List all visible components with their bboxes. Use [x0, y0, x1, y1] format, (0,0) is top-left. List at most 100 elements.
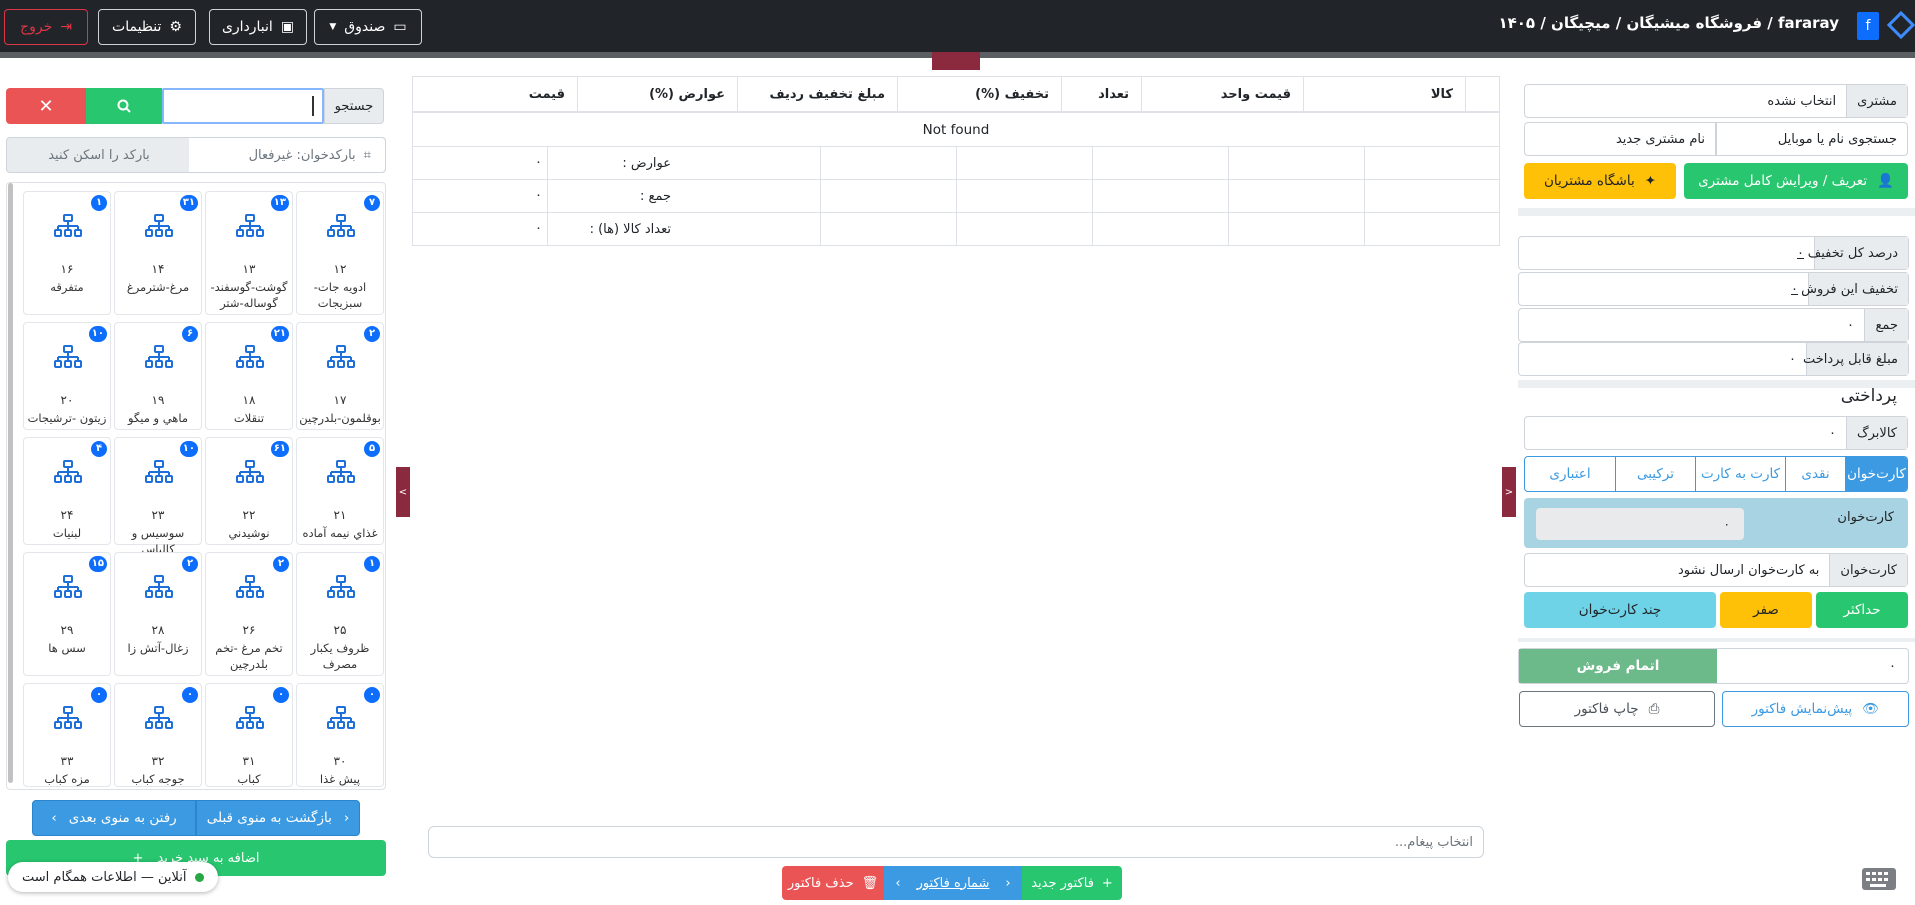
category-tile[interactable]: ۵ ۲۱ غذاي نیمه آماده	[296, 437, 384, 545]
category-number: ۳۱	[242, 754, 256, 768]
category-tile[interactable]: ۶ ۱۹ ماهي و میگو	[114, 322, 202, 430]
category-name: لبنیات	[52, 526, 82, 540]
prev-invoice-button[interactable]: ›	[884, 866, 912, 900]
tab-card-reader[interactable]: کارت‌خوان	[1845, 457, 1907, 491]
invoice-number-link[interactable]: شماره فاکتور	[912, 866, 994, 900]
category-tile[interactable]: ۳۱ ۱۴ مرغ-شترمرغ	[114, 191, 202, 315]
tab-card-to-card[interactable]: کارت به کارت	[1695, 457, 1785, 491]
logout-label: خروج	[20, 19, 53, 35]
navbar-collapse-tab[interactable]	[932, 52, 980, 70]
category-tile[interactable]: ۲ ۲۸ زغال-آتش زا	[114, 552, 202, 676]
grid-scrollbar[interactable]	[8, 183, 13, 783]
total-discount-percent-label: درصد کل تخفیف	[1808, 237, 1908, 269]
customer-search-input[interactable]: جستجوی نام یا موبایل	[1716, 122, 1908, 156]
item-count-badge: ۰	[182, 687, 198, 703]
tab-credit[interactable]: اعتباری	[1525, 457, 1615, 491]
barcode-scan-icon: ⌗	[363, 147, 371, 163]
logout-button[interactable]: ⇥ خروج	[4, 9, 88, 45]
category-tile[interactable]: ۰ ۳۰ پیش غذا	[296, 683, 384, 787]
voucher-field[interactable]: کالابرگ ۰	[1524, 416, 1908, 450]
define-customer-button[interactable]: 👤 تعریف / ویرایش کامل مشتری	[1684, 163, 1908, 199]
category-tile[interactable]: ۷ ۱۲ ادویه جات-سبزیجات	[296, 191, 384, 315]
category-tile[interactable]: ۴ ۲۴ لبنیات	[23, 437, 111, 545]
column-header: تخفیف (%)	[897, 77, 1061, 111]
category-tile[interactable]: ۰ ۳۲ جوجه کباب	[114, 683, 202, 787]
category-tree-icon	[236, 345, 264, 368]
max-button[interactable]: حداکثر	[1816, 592, 1908, 628]
chevron-left-icon: ‹	[51, 810, 57, 826]
customer-club-button[interactable]: ✦ باشگاه مشتریان	[1524, 163, 1676, 199]
card-reader-panel: کارت‌خوان ۰	[1524, 498, 1908, 548]
category-name: غذاي نیمه آماده	[302, 526, 378, 540]
category-tile[interactable]: ۱۳ ۱۳ گوشت-گوسفند-گوساله-شتر	[205, 191, 293, 315]
category-tile[interactable]: ۱ ۲۵ ظروف یکبار مصرف	[296, 552, 384, 676]
cashbox-dropdown[interactable]: ▭ صندوق ▼	[314, 9, 422, 45]
category-tree-icon	[236, 214, 264, 237]
next-invoice-button[interactable]: ‹	[994, 866, 1022, 900]
top-navbar: ⇥ خروج ⚙ تنظیمات ▣ انبارداری ▭ صندوق ▼ f…	[0, 0, 1915, 52]
settings-button[interactable]: ⚙ تنظیمات	[98, 9, 196, 45]
category-tree-icon	[145, 345, 173, 368]
clear-search-button[interactable]: ✕	[6, 88, 86, 124]
printer-icon: ⎙	[1648, 701, 1660, 717]
left-panel-toggle[interactable]: <	[396, 467, 410, 517]
category-tile[interactable]: ۰ ۳۱ کباب	[205, 683, 293, 787]
multi-card-reader-button[interactable]: چند کارت‌خوان	[1524, 592, 1716, 628]
new-invoice-button[interactable]: + فاکتور جدید	[1022, 866, 1122, 900]
category-number: ۲۹	[60, 623, 74, 637]
customer-select[interactable]: مشتری انتخاب نشده	[1524, 84, 1908, 118]
category-name: زیتون -ترشیجات	[27, 411, 107, 425]
category-number: ۲۶	[242, 623, 256, 637]
category-tile[interactable]: ۱۰ ۲۰ زیتون -ترشیجات	[23, 322, 111, 430]
category-tile[interactable]: ۲۱ ۱۸ تنقلات	[205, 322, 293, 430]
print-invoice-button[interactable]: ⎙ چاپ فاکتور	[1519, 691, 1715, 727]
category-name: ماهي و میگو	[127, 411, 189, 425]
payable-field: مبلغ قابل پرداخت ۰	[1518, 342, 1909, 376]
prev-menu-button[interactable]: بازگشت به منوی قبلی ›	[196, 800, 360, 836]
category-tile[interactable]: ۱۰ ۲۳ سوسیس و کالباس	[114, 437, 202, 556]
column-header: قیمت	[528, 86, 565, 102]
eye-icon: 👁	[1862, 701, 1880, 717]
complete-sale-button[interactable]: اتمام فروش	[1519, 649, 1717, 683]
item-count-badge: ۷	[364, 195, 380, 211]
payment-title: پرداختی	[1840, 386, 1897, 406]
new-customer-name-input[interactable]: نام مشتری جدید	[1524, 122, 1716, 156]
delete-invoice-button[interactable]: 🗑 حذف فاکتور	[782, 866, 884, 900]
item-count-badge: ۶۱	[270, 441, 289, 457]
category-tile[interactable]: ۲ ۲۶ تخم مرغ -تخم بلدرچین	[205, 552, 293, 676]
tab-cash[interactable]: نقدی	[1785, 457, 1845, 491]
product-search-input[interactable]	[162, 88, 324, 124]
category-number: ۲۴	[60, 508, 74, 522]
next-menu-button[interactable]: ‹ رفتن به منوی بعدی	[32, 800, 196, 836]
category-tile[interactable]: ۲ ۱۷ بوقلمون-بلدرچین	[296, 322, 384, 430]
section-divider	[1518, 208, 1915, 216]
customer-club-label: باشگاه مشتریان	[1544, 173, 1635, 189]
message-select[interactable]: انتخاب پیغام...	[428, 826, 1484, 858]
total-discount-percent[interactable]: درصد کل تخفیف ۰	[1518, 236, 1909, 270]
category-tile[interactable]: ۱۵ ۲۹ سس ها	[23, 552, 111, 676]
category-tile[interactable]: ۶۱ ۲۲ نوشیدني	[205, 437, 293, 545]
item-count-label: تعداد کالا (ها) :	[589, 222, 671, 237]
preview-invoice-button[interactable]: 👁 پیش‌نمایش فاکتور	[1722, 691, 1909, 727]
keyboard-icon[interactable]	[1862, 868, 1896, 890]
warehouse-button[interactable]: ▣ انبارداری	[209, 9, 307, 45]
right-panel-toggle[interactable]: >	[1502, 467, 1516, 517]
search-button[interactable]	[86, 88, 162, 124]
menu-navigation: ‹ رفتن به منوی بعدی بازگشت به منوی قبلی …	[32, 800, 360, 836]
category-name: کباب	[237, 772, 261, 786]
plus-icon: +	[1101, 875, 1113, 891]
category-number: ۱۸	[242, 393, 256, 407]
sale-discount[interactable]: تخفیف این فروش ۰	[1518, 272, 1909, 306]
category-tile[interactable]: ۱ ۱۶ متفرقه	[23, 191, 111, 315]
barcode-status-label: بارکدخوان: غیرفعال	[248, 147, 356, 163]
brand-title[interactable]: fararay / فروشگاه میشیگان / میچیگان / ۱۴…	[1498, 14, 1839, 32]
tab-combined[interactable]: ترکیبی	[1615, 457, 1695, 491]
barcode-scanner[interactable]: ⌗ بارکدخوان: غیرفعال بارکد را اسکن کنید	[6, 137, 386, 173]
category-name: نوشیدني	[228, 526, 270, 540]
category-tree-icon	[327, 214, 355, 237]
category-number: ۲۸	[151, 623, 165, 637]
card-reader-amount-input[interactable]: ۰	[1536, 508, 1744, 540]
card-reader-select[interactable]: کارت‌خوان به کارت‌خوان ارسال نشود	[1524, 553, 1908, 587]
category-tile[interactable]: ۰ ۳۳ مزه کباب	[23, 683, 111, 787]
zero-button[interactable]: صفر	[1720, 592, 1812, 628]
